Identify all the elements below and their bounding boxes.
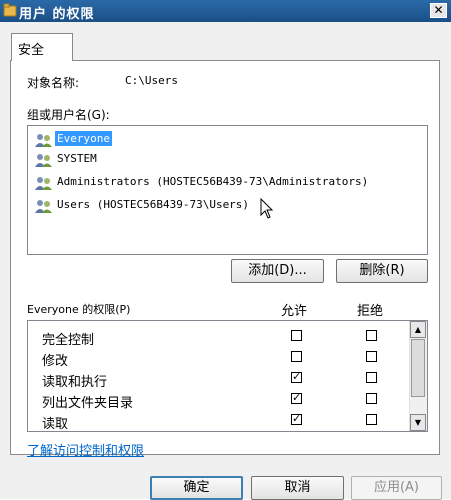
users-icon [35,177,52,190]
permission-row: 完全控制 [28,326,408,348]
allow-column-header: 允许 [281,304,308,319]
deny-checkbox[interactable] [366,414,377,425]
checkmark-icon: ✓ [292,391,302,404]
groups-label: 组或用户名(G): [27,108,110,122]
add-button[interactable]: 添加(D)... [231,259,324,283]
checkmark-icon: ✓ [292,370,302,383]
permission-name: 读取 [42,417,69,432]
list-item-label: Users (HOSTEC56B439-73\Users) [57,198,250,211]
deny-checkbox[interactable] [366,330,377,341]
permissions-scrollbar[interactable]: ▲ ▼ [409,321,427,431]
deny-checkbox[interactable] [366,372,377,383]
deny-checkbox[interactable] [366,351,377,362]
allow-checkbox[interactable]: ✓ [291,391,302,404]
permissions-list: 完全控制 修改 读取和执行 ✓ 列出文件夹目录 ✓ 读取 ✓ ▲ ▼ [27,320,428,432]
permission-row: 列出文件夹目录 ✓ [28,389,408,411]
permission-row: 读取和执行 ✓ [28,368,408,390]
scroll-up-icon[interactable]: ▲ [410,321,426,338]
help-link[interactable]: 了解访问控制和权限 [27,440,144,459]
remove-button[interactable]: 删除(R) [336,259,428,283]
list-item-administrators[interactable]: Administrators (HOSTEC56B439-73\Administ… [30,172,425,192]
permission-name: 读取和执行 [42,375,108,390]
allow-checkbox[interactable] [291,351,302,362]
title-bar[interactable]: 用户 的权限 ✕ [0,0,451,22]
users-icon [35,134,52,147]
allow-checkbox[interactable]: ✓ [291,370,302,383]
ok-button[interactable]: 确定 [150,476,243,500]
permission-row: 修改 [28,347,408,369]
checkmark-icon: ✓ [292,412,302,425]
users-icon [35,200,52,213]
scroll-down-icon[interactable]: ▼ [410,414,426,431]
apply-button[interactable]: 应用(A) [351,476,442,500]
permission-name: 列出文件夹目录 [42,396,134,411]
permission-row: 读取 ✓ [28,410,408,431]
allow-checkbox[interactable]: ✓ [291,412,302,425]
list-item-label: Administrators (HOSTEC56B439-73\Administ… [57,175,369,188]
list-item-system[interactable]: SYSTEM [30,149,425,169]
folder-icon [3,3,17,17]
window-title: 用户 的权限 [19,7,95,22]
mouse-cursor-icon [260,198,274,219]
list-item-everyone[interactable]: Everyone [30,129,425,149]
object-name-label: 对象名称: [27,76,80,90]
permissions-header: Everyone 的权限(P) [27,303,131,316]
deny-column-header: 拒绝 [357,304,384,319]
list-item-users[interactable]: Users (HOSTEC56B439-73\Users) [30,195,425,215]
scrollbar-thumb[interactable] [411,339,425,397]
groups-list[interactable]: Everyone SYSTEM Administrators (HOSTEC56… [27,125,428,255]
list-item-label: SYSTEM [57,152,97,165]
close-button[interactable]: ✕ [430,3,447,18]
deny-checkbox[interactable] [366,393,377,404]
cancel-button[interactable]: 取消 [251,476,344,500]
users-icon [35,154,52,167]
tab-security-label: 安全 [18,43,45,58]
permission-name: 修改 [42,354,69,369]
permissions-window: 用户 的权限 ✕ 安全 对象名称: C:\Users 组或用户名(G): Eve… [0,0,451,500]
permission-name: 完全控制 [42,333,95,348]
allow-checkbox[interactable] [291,330,302,341]
object-name-value: C:\Users [125,74,178,87]
list-item-label: Everyone [55,131,112,146]
tab-security[interactable]: 安全 [11,33,73,61]
